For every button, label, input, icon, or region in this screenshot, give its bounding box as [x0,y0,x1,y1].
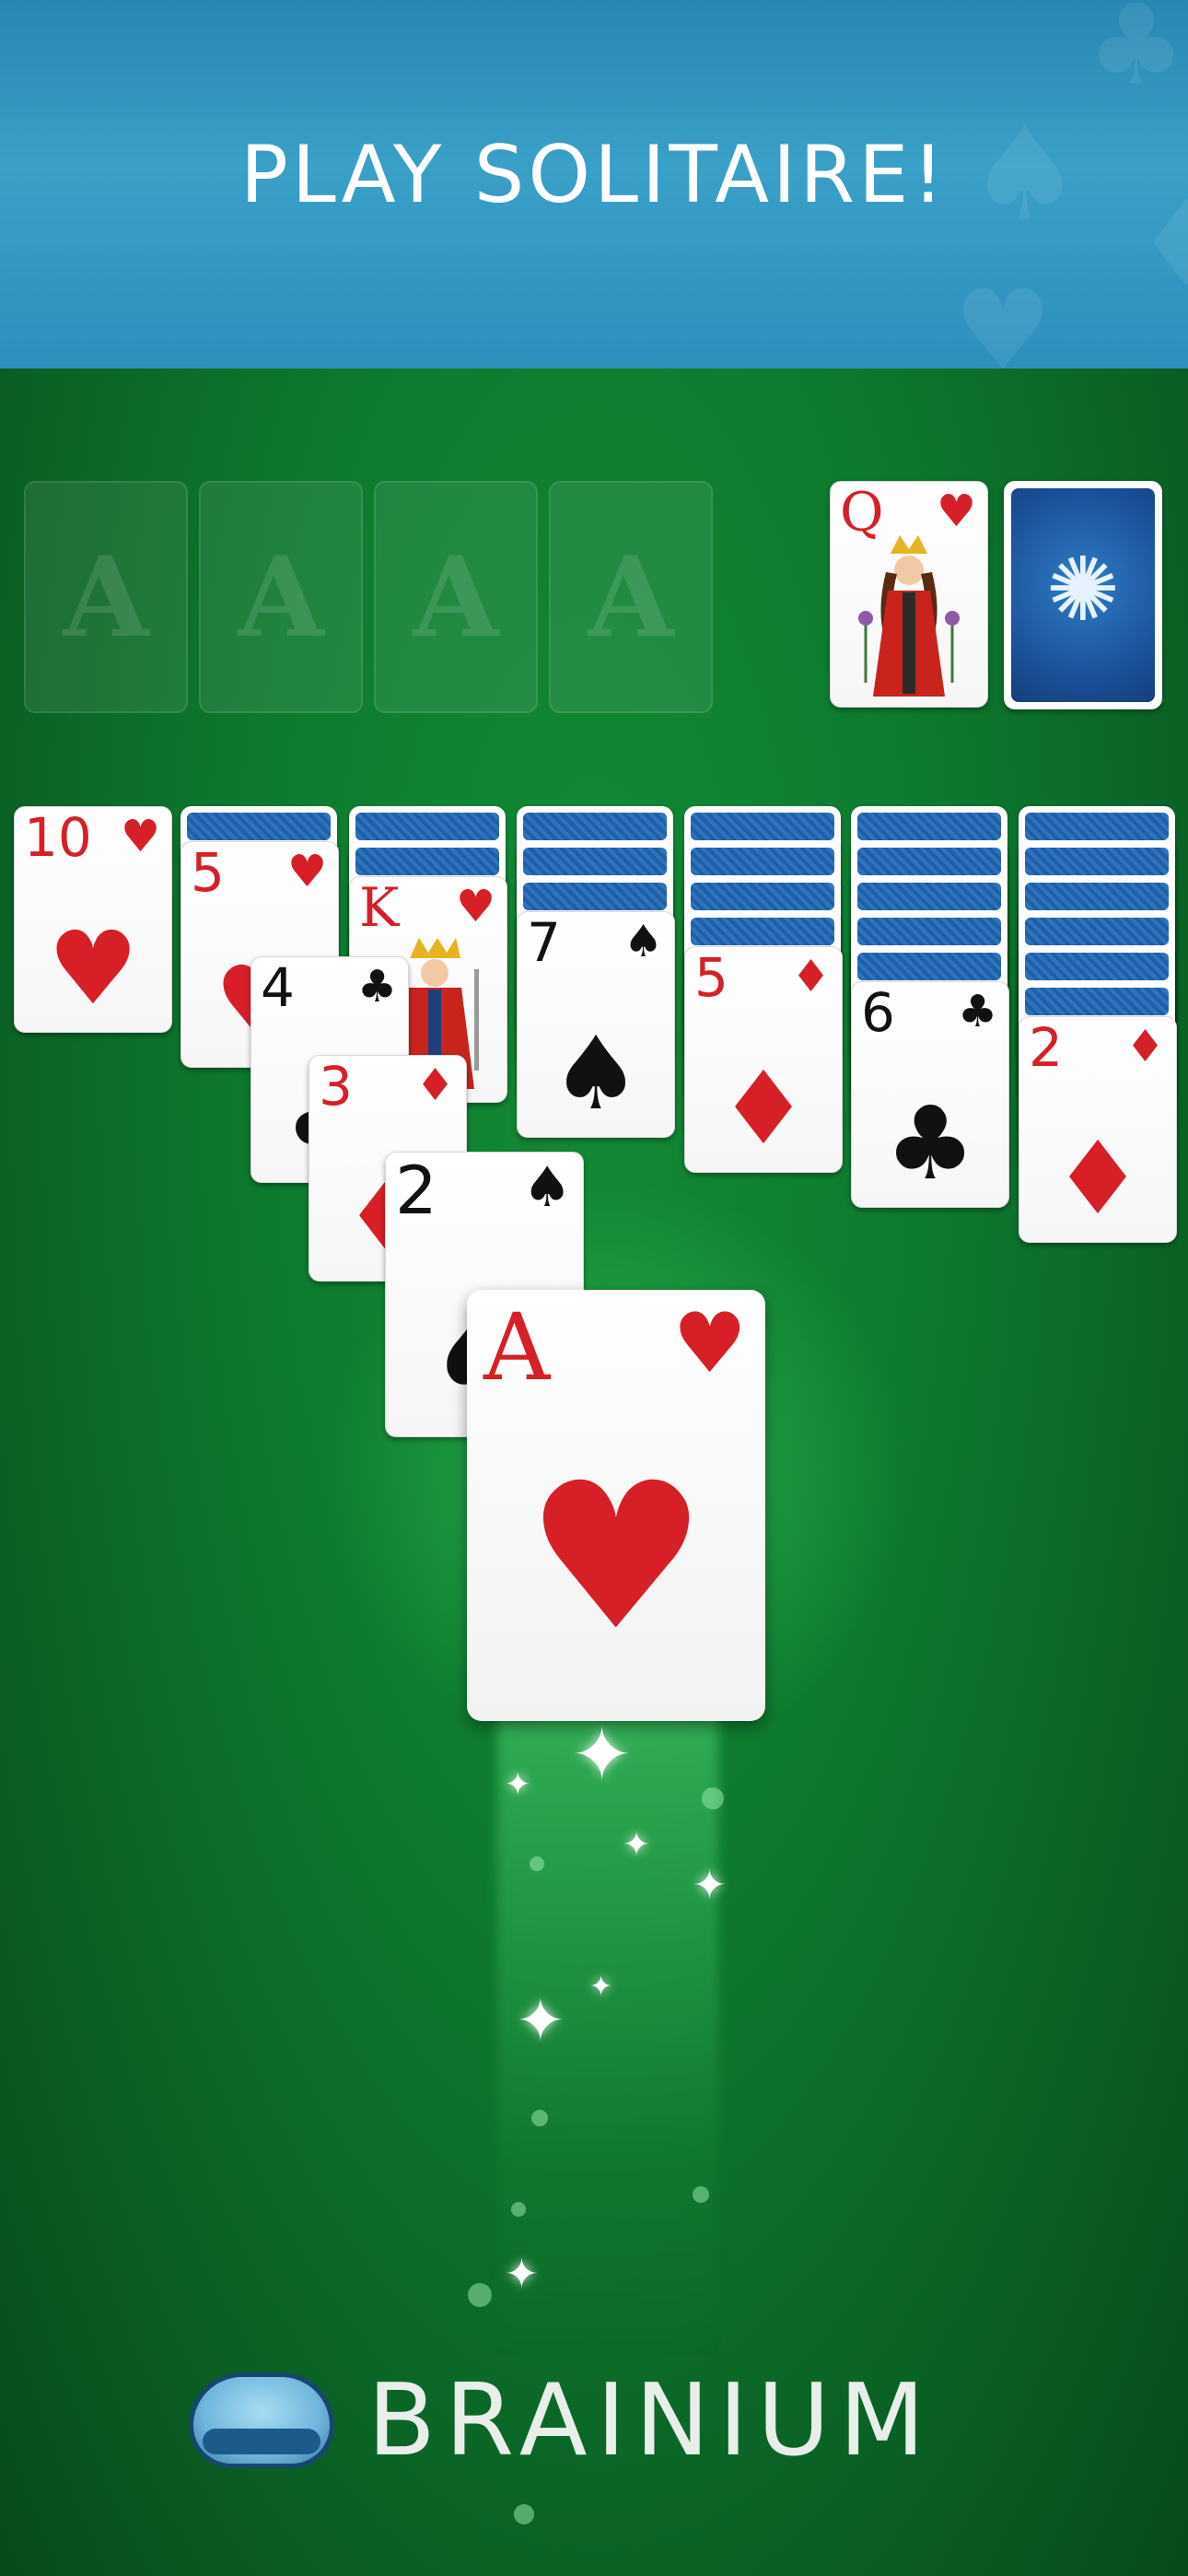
foundation-label: A [238,532,324,662]
heart-icon: ♥ [672,1295,747,1392]
sun-emblem-icon: ✺ [1045,538,1121,641]
diamond-icon: ♦ [790,951,831,1002]
tableau-card[interactable]: 5 ♦ ♦ [684,946,843,1173]
sparkle-icon: ✦ [516,1987,565,2055]
heart-icon: ♥ [455,881,495,932]
heart-icon: ♥ [120,811,160,862]
sparkle-dot [531,2110,548,2126]
waste-card[interactable]: Q ♥ [830,481,988,708]
sparkle-icon: ✦ [623,1826,651,1864]
stock-pile[interactable]: ✺ [1004,481,1162,709]
card-rank: 7 [527,911,561,974]
foundation-label: A [588,532,674,662]
club-icon: ♣ [884,1084,976,1202]
sparkle-icon: ✦ [505,1766,531,1803]
tableau-card[interactable]: 7 ♠ ♠ [517,911,675,1138]
card-rank: 5 [191,841,225,904]
sparkle-dot [693,2186,709,2203]
foundation-label: A [413,532,499,662]
title-banner: ♣ ♠ ♦ ♥ PLAY SOLITAIRE! [0,0,1188,369]
foundation-slot-1[interactable]: A [24,481,188,713]
sparkle-icon: ✦ [693,1862,727,1909]
heart-icon: ♥ [525,1439,707,1675]
moving-card-ace-hearts[interactable]: A ♥ ♥ [467,1290,765,1721]
banner-title: PLAY SOLITAIRE! [240,129,948,221]
club-icon: ♣ [957,986,997,1037]
diamond-icon: ♦ [1124,1021,1165,1072]
diamond-icon: ♦ [1052,1119,1144,1237]
brand-logo: BRAINIUM [189,2363,934,2478]
heart-icon: ♥ [47,909,139,1027]
club-icon: ♣ [356,961,397,1013]
sparkle-dot [514,2504,534,2524]
card-rank: 4 [261,956,295,1019]
sparkle-icon: ✦ [571,1712,634,1797]
spade-icon: ♠ [550,1014,642,1132]
card-rank: 2 [1029,1016,1063,1079]
foundation-slot-4[interactable]: A [549,481,713,713]
spade-icon: ♠ [623,916,663,967]
brand-name: BRAINIUM [367,2362,935,2478]
foundation-slot-2[interactable]: A [199,481,363,713]
sparkle-icon: ✦ [505,2251,539,2298]
heart-icon: ♥ [286,846,327,897]
club-decoration-icon: ♣ [1087,0,1186,110]
sparkle-icon: ✦ [589,1971,613,2003]
brainium-logo-icon [189,2372,334,2468]
heart-decoration-icon: ♥ [953,267,1053,369]
card-rank: A [483,1294,551,1401]
sparkle-dot [702,1787,724,1809]
diamond-icon: ♦ [717,1049,809,1167]
sparkle-dot [511,2202,526,2217]
foundation-slot-3[interactable]: A [374,481,538,713]
card-rank: 10 [24,806,92,869]
card-rank: K [359,876,400,939]
tableau-card[interactable]: 10 ♥ ♥ [14,806,172,1033]
queen-figure-icon [858,535,960,697]
card-rank: 6 [861,981,895,1044]
sparkle-dot [530,1856,544,1871]
card-rank: 2 [395,1152,437,1229]
spade-icon: ♠ [522,1155,572,1220]
tableau-card[interactable]: 2 ♦ ♦ [1019,1016,1177,1243]
card-rank: 5 [694,946,728,1009]
diamond-icon: ♦ [414,1060,455,1111]
card-rank: 3 [319,1055,353,1118]
foundation-label: A [63,532,149,662]
sparkle-dot [468,2283,492,2307]
tableau-card[interactable]: 6 ♣ ♣ [851,981,1009,1208]
